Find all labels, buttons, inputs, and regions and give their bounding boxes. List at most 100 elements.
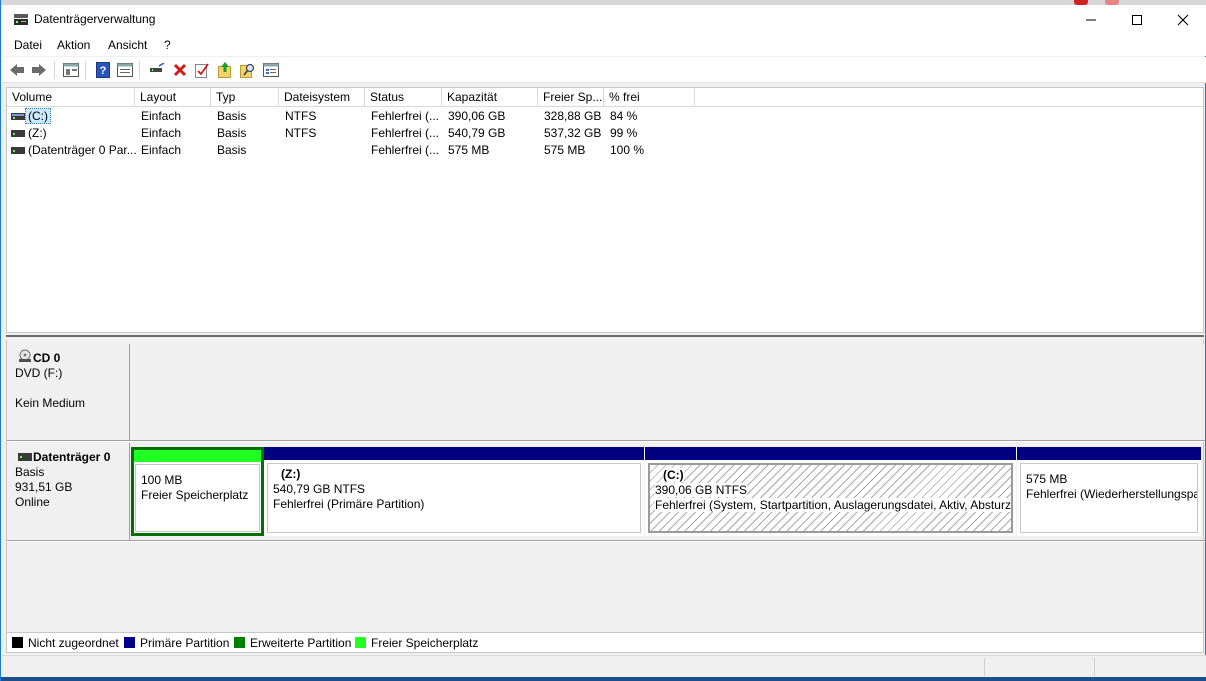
connect-button[interactable] bbox=[148, 61, 166, 79]
legend-swatch bbox=[12, 637, 23, 648]
partition-size: 540,79 GB NTFS bbox=[273, 482, 366, 496]
volume-name: (Z:) bbox=[28, 126, 47, 140]
back-icon bbox=[10, 64, 24, 76]
partition-bar bbox=[264, 447, 644, 460]
partition-title: (C:) bbox=[663, 468, 684, 482]
list-view-button[interactable] bbox=[262, 61, 280, 79]
table-row[interactable]: (C:) Einfach Basis NTFS Fehlerfrei (... … bbox=[7, 108, 1203, 125]
status-separator bbox=[984, 658, 985, 676]
maximize-button[interactable] bbox=[1114, 5, 1160, 34]
menu-ansicht[interactable]: Ansicht bbox=[108, 38, 147, 52]
legend-swatch bbox=[124, 637, 135, 648]
partition-free-space[interactable]: 100 MB Freier Speicherplatz bbox=[131, 447, 264, 536]
menu-help[interactable]: ? bbox=[164, 38, 171, 52]
partition-status: Freier Speicherplatz bbox=[141, 488, 249, 502]
cd-name: CD 0 bbox=[33, 351, 61, 365]
table-row[interactable]: (Z:) Einfach Basis NTFS Fehlerfrei (... … bbox=[7, 125, 1203, 142]
legend-swatch bbox=[234, 637, 245, 648]
menu-aktion[interactable]: Aktion bbox=[57, 38, 90, 52]
window-title: Datenträgerverwaltung bbox=[34, 12, 156, 26]
hard-disk-icon bbox=[18, 453, 32, 461]
help-button[interactable]: ? bbox=[94, 61, 112, 79]
legend: Nicht zugeordnet Primäre Partition Erwei… bbox=[6, 632, 1204, 653]
cell-typ: Basis bbox=[217, 109, 247, 123]
cell-typ: Basis bbox=[217, 143, 247, 157]
cell-layout: Einfach bbox=[141, 143, 182, 157]
legend-unallocated: Nicht zugeordnet bbox=[12, 637, 119, 650]
col-header-typ[interactable]: Typ bbox=[211, 88, 279, 107]
partition-status: Fehlerfrei (System, Startpartition, Ausl… bbox=[655, 498, 1011, 512]
back-button[interactable] bbox=[8, 61, 26, 79]
taskbar-edge bbox=[1, 677, 1206, 681]
cd-0-label[interactable]: CD 0 DVD (F:) Kein Medium bbox=[7, 344, 130, 440]
cell-freier-speicher: 575 MB bbox=[544, 143, 586, 157]
partition-status: Fehlerfrei (Primäre Partition) bbox=[273, 497, 425, 511]
forward-button[interactable] bbox=[30, 61, 48, 79]
cell-layout: Einfach bbox=[141, 126, 182, 140]
col-header-prozent-frei[interactable]: % frei bbox=[604, 88, 695, 107]
legend-primary: Primäre Partition bbox=[124, 637, 229, 650]
check-icon bbox=[195, 63, 209, 78]
toolbar: ? bbox=[2, 57, 1206, 83]
col-header-volume[interactable]: Volume bbox=[7, 88, 135, 107]
partition-recovery[interactable]: 575 MB Fehlerfrei (Wiederherstellungspar… bbox=[1017, 447, 1201, 536]
cd-medium: Kein Medium bbox=[15, 396, 86, 410]
console-tree-icon bbox=[63, 63, 79, 77]
legend-extended: Erweiterte Partition bbox=[234, 637, 351, 650]
partition-bar bbox=[134, 450, 261, 462]
minimize-button[interactable] bbox=[1068, 5, 1114, 34]
toolbar-separator bbox=[54, 61, 55, 79]
title-bar[interactable]: Datenträgerverwaltung bbox=[2, 5, 1206, 34]
volume-name: (Datenträger 0 Par... bbox=[28, 143, 137, 157]
menu-bar: Datei Aktion Ansicht ? bbox=[2, 34, 1206, 56]
disk-management-app-icon bbox=[14, 14, 28, 25]
col-header-filler bbox=[695, 88, 1203, 107]
legend-swatch bbox=[355, 637, 366, 648]
export-button[interactable] bbox=[216, 61, 234, 79]
minimize-icon bbox=[1086, 19, 1096, 20]
close-button[interactable] bbox=[1160, 5, 1206, 34]
col-header-status[interactable]: Status bbox=[365, 88, 442, 107]
cell-kapazitaet: 575 MB bbox=[448, 143, 490, 157]
check-button[interactable] bbox=[193, 61, 211, 79]
menu-datei[interactable]: Datei bbox=[14, 38, 42, 52]
col-header-layout[interactable]: Layout bbox=[135, 88, 211, 107]
col-header-freier-speicher[interactable]: Freier Sp... bbox=[538, 88, 604, 107]
connect-icon bbox=[150, 63, 165, 72]
cell-kapazitaet: 390,06 GB bbox=[448, 109, 506, 123]
cd-drive-icon bbox=[19, 349, 31, 362]
properties-button[interactable] bbox=[116, 61, 134, 79]
cd-0-area bbox=[131, 344, 1205, 440]
partition-size: 575 MB bbox=[1026, 472, 1068, 486]
disk-management-window: Datenträgerverwaltung Datei Aktion Ansic… bbox=[0, 0, 1206, 681]
volume-drive-icon bbox=[11, 147, 25, 154]
col-header-dateisystem[interactable]: Dateisystem bbox=[279, 88, 365, 107]
cell-prozent-frei: 100 % bbox=[610, 143, 645, 157]
toolbar-separator bbox=[139, 61, 140, 79]
volume-list[interactable]: Volume Layout Typ Dateisystem Status Kap… bbox=[6, 87, 1204, 333]
disk-view: CD 0 DVD (F:) Kein Medium Datenträger 0 … bbox=[6, 340, 1205, 632]
export-icon bbox=[218, 62, 231, 78]
disk-0-label[interactable]: Datenträger 0 Basis 931,51 GB Online bbox=[7, 443, 130, 540]
cell-status: Fehlerfrei (... bbox=[371, 143, 440, 157]
cell-dateisystem: NTFS bbox=[285, 109, 317, 123]
col-header-kapazitaet[interactable]: Kapazität bbox=[442, 88, 538, 107]
close-icon bbox=[1177, 14, 1189, 25]
cd-drive: DVD (F:) bbox=[15, 366, 63, 380]
disk-name: Datenträger 0 bbox=[33, 450, 111, 464]
delete-button[interactable] bbox=[171, 61, 189, 79]
svg-text:?: ? bbox=[100, 65, 107, 77]
volume-drive-icon bbox=[11, 113, 25, 120]
partition-z[interactable]: (Z:) 540,79 GB NTFS Fehlerfrei (Primäre … bbox=[264, 447, 644, 536]
partition-status: Fehlerfrei (Wiederherstellungspartition) bbox=[1026, 487, 1198, 501]
table-row[interactable]: (Datenträger 0 Par... Einfach Basis Fehl… bbox=[7, 142, 1203, 159]
partition-c[interactable]: (C:) 390,06 GB NTFS Fehlerfrei (System, … bbox=[645, 447, 1016, 536]
help-icon: ? bbox=[96, 62, 110, 78]
properties-icon bbox=[117, 63, 133, 77]
volume-drive-icon bbox=[11, 130, 25, 137]
console-tree-button[interactable] bbox=[62, 61, 80, 79]
disk-type: Basis bbox=[15, 465, 45, 479]
toolbar-separator bbox=[85, 61, 86, 79]
search-button[interactable] bbox=[239, 61, 257, 79]
cell-freier-speicher: 328,88 GB bbox=[544, 109, 602, 123]
